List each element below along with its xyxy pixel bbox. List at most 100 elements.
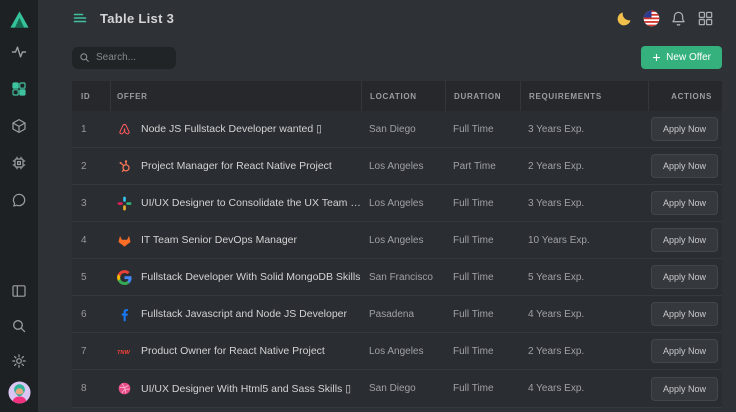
row-location: Pasadena — [361, 309, 445, 320]
airbnb-icon — [116, 121, 132, 137]
row-id: 3 — [72, 198, 110, 209]
row-id: 4 — [72, 235, 110, 246]
table-row: 8 UI/UX Designer With Html5 and Sass Ski… — [72, 370, 722, 407]
new-offer-label: New Offer — [666, 52, 711, 63]
row-location: Los Angeles — [361, 346, 445, 357]
app-logo-icon — [8, 8, 31, 31]
table-row: 5 Fullstack Developer With Solid MongoDB… — [72, 259, 722, 296]
apply-now-button[interactable]: Apply Now — [651, 117, 718, 141]
row-location: Los Angeles — [361, 235, 445, 246]
svg-text:TNW: TNW — [117, 349, 130, 355]
row-location: Los Angeles — [361, 198, 445, 209]
offer-title: Project Manager for React Native Project — [141, 160, 332, 172]
col-header-location: LOCATION — [361, 81, 445, 111]
row-id: 2 — [72, 161, 110, 172]
table-body: 1 Node JS Fullstack Developer wanted ▯ S… — [72, 111, 722, 407]
row-duration: Full Time — [445, 235, 520, 246]
bell-icon[interactable] — [670, 10, 687, 27]
row-location: San Diego — [361, 383, 445, 394]
row-requirements: 2 Years Exp. — [520, 161, 648, 172]
row-requirements: 2 Years Exp. — [520, 346, 648, 357]
row-location: Los Angeles — [361, 161, 445, 172]
search-input[interactable] — [96, 52, 169, 63]
sidebar-item-components[interactable] — [11, 118, 27, 134]
topbar-icons — [616, 10, 714, 27]
offer-title: Product Owner for React Native Project — [141, 345, 325, 357]
sidebar-item-settings[interactable] — [11, 353, 27, 369]
row-requirements: 10 Years Exp. — [520, 235, 648, 246]
table-row: 6 Fullstack Javascript and Node JS Devel… — [72, 296, 722, 333]
row-id: 5 — [72, 272, 110, 283]
offer-title: Fullstack Developer With Solid MongoDB S… — [141, 271, 360, 283]
offer-title: Fullstack Javascript and Node JS Develop… — [141, 308, 347, 320]
sidebar-nav-top — [11, 44, 27, 208]
user-avatar[interactable] — [8, 381, 31, 404]
menu-toggle-icon[interactable] — [72, 10, 88, 26]
row-duration: Full Time — [445, 346, 520, 357]
apps-icon[interactable] — [697, 10, 714, 27]
offer-title: Node JS Fullstack Developer wanted ▯ — [141, 123, 322, 135]
offers-table: ID OFFER LOCATION DURATION REQUIREMENTS … — [72, 81, 722, 408]
row-requirements: 5 Years Exp. — [520, 272, 648, 283]
apply-now-button[interactable]: Apply Now — [651, 191, 718, 215]
row-duration: Part Time — [445, 161, 520, 172]
apply-now-button[interactable]: Apply Now — [651, 265, 718, 289]
apply-now-button[interactable]: Apply Now — [651, 154, 718, 178]
facebook-icon — [116, 306, 132, 322]
offer-title: UI/UX Designer With Html5 and Sass Skill… — [141, 383, 351, 395]
table-row: 3 UI/UX Designer to Consolidate the UX T… — [72, 185, 722, 222]
sidebar-item-activity[interactable] — [11, 44, 27, 60]
app-root: Table List 3 New Offer ID OFFER LOCAT — [0, 0, 736, 412]
hubspot-icon — [116, 158, 132, 174]
search-icon — [79, 52, 90, 63]
sidebar-item-dashboard[interactable] — [11, 81, 27, 97]
table-row: 7 TNW Product Owner for React Native Pro… — [72, 333, 722, 370]
col-header-duration: DURATION — [445, 81, 520, 111]
offer-title: IT Team Senior DevOps Manager — [141, 234, 297, 246]
row-duration: Full Time — [445, 309, 520, 320]
new-offer-button[interactable]: New Offer — [641, 46, 722, 69]
row-location: San Francisco — [361, 272, 445, 283]
apply-now-button[interactable]: Apply Now — [651, 377, 718, 401]
page-title: Table List 3 — [100, 11, 174, 26]
dribbble-icon — [116, 381, 132, 397]
apply-now-button[interactable]: Apply Now — [651, 228, 718, 252]
main-area: Table List 3 New Offer ID OFFER LOCAT — [38, 0, 736, 412]
sidebar-item-search[interactable] — [11, 318, 27, 334]
row-requirements: 4 Years Exp. — [520, 309, 648, 320]
google-icon — [116, 269, 132, 285]
row-id: 1 — [72, 124, 110, 135]
row-requirements: 4 Years Exp. — [520, 383, 648, 394]
table-row: 2 Project Manager for React Native Proje… — [72, 148, 722, 185]
offer-title: UI/UX Designer to Consolidate the UX Tea… — [141, 197, 361, 209]
col-header-id: ID — [72, 81, 110, 111]
sidebar — [0, 0, 38, 412]
col-header-actions: ACTIONS — [648, 81, 722, 111]
sidebar-item-chat[interactable] — [11, 192, 27, 208]
col-header-requirements: REQUIREMENTS — [520, 81, 648, 111]
apply-now-button[interactable]: Apply Now — [651, 339, 718, 363]
apply-now-button[interactable]: Apply Now — [651, 302, 718, 326]
row-location: San Diego — [361, 124, 445, 135]
row-duration: Full Time — [445, 272, 520, 283]
row-requirements: 3 Years Exp. — [520, 198, 648, 209]
table-row: 1 Node JS Fullstack Developer wanted ▯ S… — [72, 111, 722, 148]
row-duration: Full Time — [445, 198, 520, 209]
plus-icon — [652, 53, 661, 62]
row-id: 8 — [72, 383, 110, 394]
us-flag-icon[interactable] — [643, 10, 660, 27]
table-header: ID OFFER LOCATION DURATION REQUIREMENTS … — [72, 81, 722, 111]
topbar: Table List 3 — [38, 0, 736, 36]
moon-icon[interactable] — [616, 10, 633, 27]
search-box[interactable] — [72, 47, 176, 69]
sidebar-nav-bottom — [11, 283, 27, 369]
toolbar: New Offer — [38, 36, 736, 81]
row-id: 7 — [72, 346, 110, 357]
row-requirements: 3 Years Exp. — [520, 124, 648, 135]
gitlab-icon — [116, 232, 132, 248]
row-id: 6 — [72, 309, 110, 320]
sidebar-item-system[interactable] — [11, 155, 27, 171]
sidebar-item-layout[interactable] — [11, 283, 27, 299]
row-duration: Full Time — [445, 124, 520, 135]
tnw-icon: TNW — [116, 343, 132, 359]
